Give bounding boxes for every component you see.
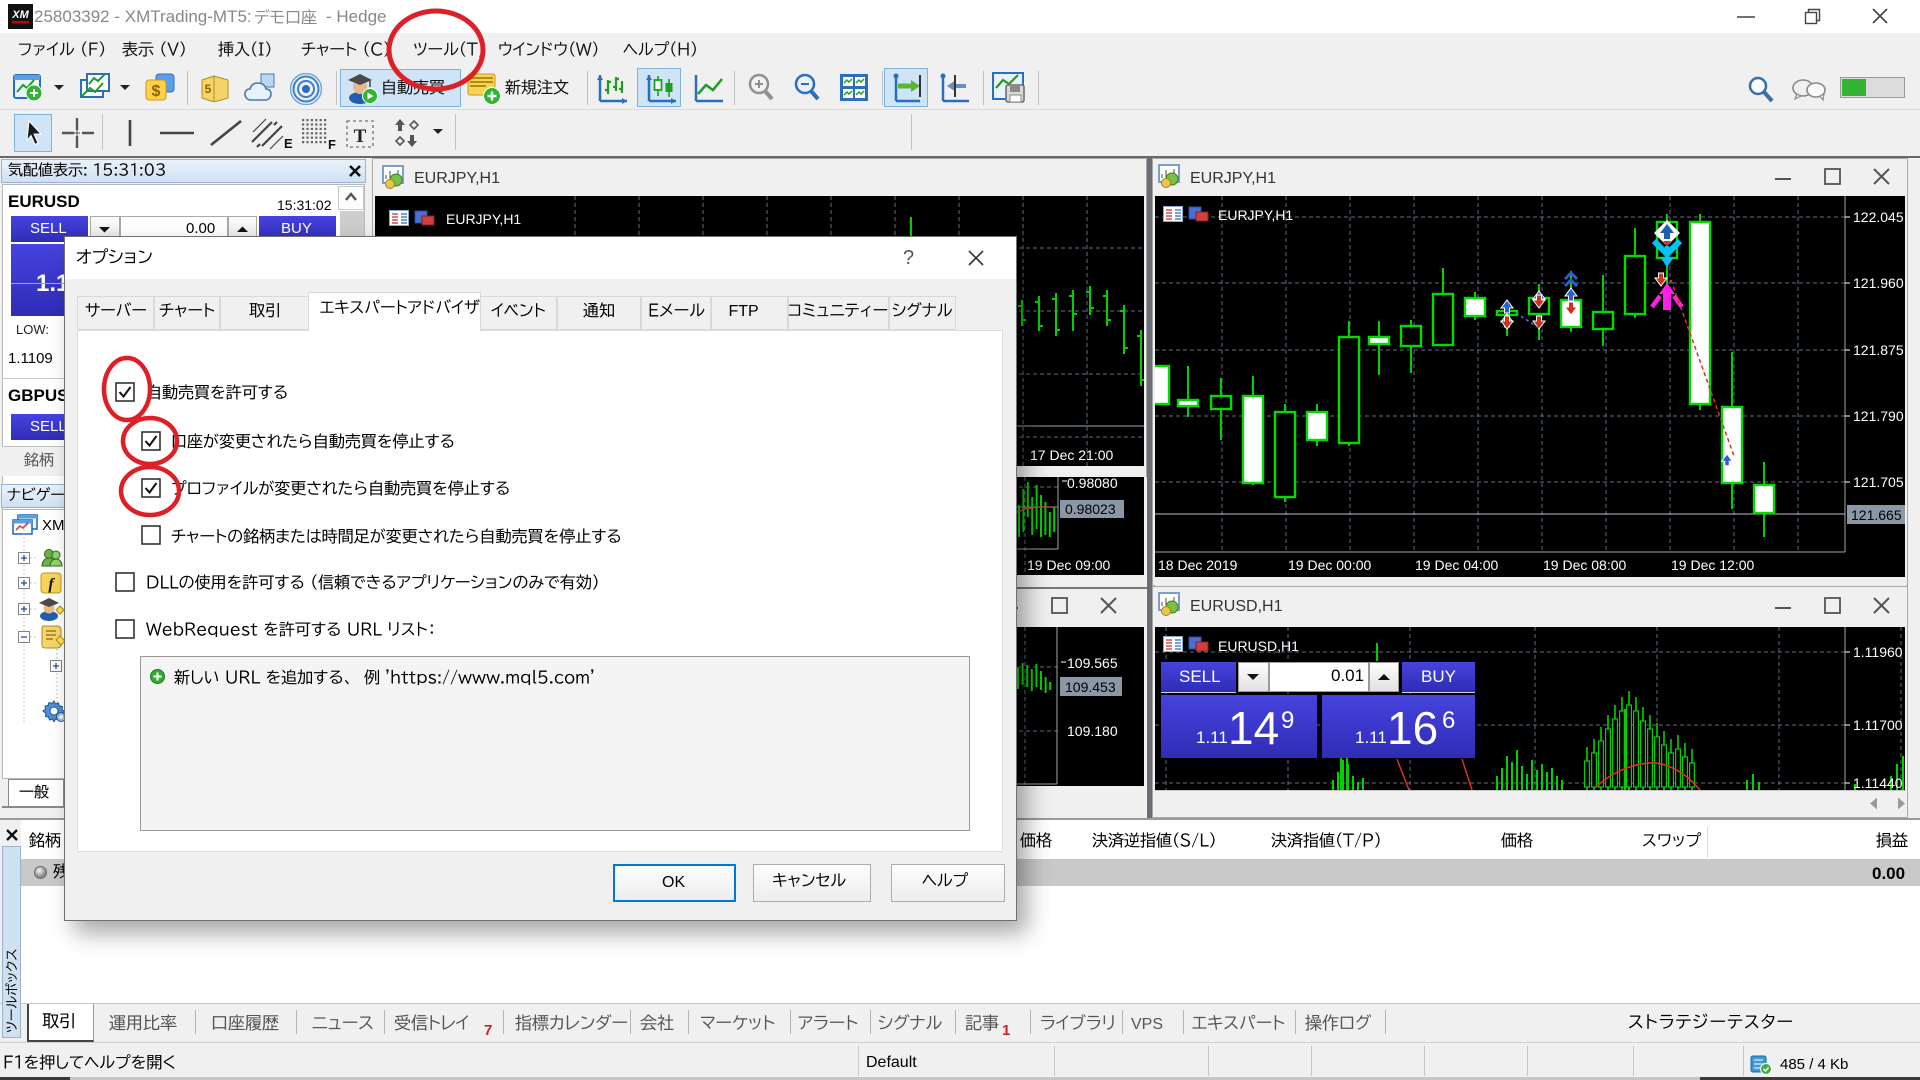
svg-text:109.453: 109.453 [1065, 679, 1116, 695]
svg-text:5: 5 [205, 82, 212, 96]
svg-text:121.665: 121.665 [1851, 507, 1902, 523]
svg-text:0.98080: 0.98080 [1067, 477, 1118, 491]
svg-text:121.875: 121.875 [1853, 342, 1904, 358]
svg-text:1.11440: 1.11440 [1853, 775, 1903, 790]
svg-text:18 Dec 2019: 18 Dec 2019 [1158, 557, 1238, 573]
svg-text:109.565: 109.565 [1067, 655, 1118, 671]
svg-text:121.790: 121.790 [1853, 408, 1904, 424]
svg-text:19 Dec 09:00: 19 Dec 09:00 [1027, 557, 1110, 573]
svg-text:T: T [354, 126, 367, 147]
svg-text:121.705: 121.705 [1853, 474, 1904, 490]
svg-text:XM: XM [11, 9, 29, 21]
svg-text:1.11960: 1.11960 [1853, 644, 1903, 660]
svg-text:19 Dec 12:00: 19 Dec 12:00 [1671, 557, 1754, 573]
svg-text:F: F [328, 137, 336, 151]
svg-text:0.98023: 0.98023 [1065, 501, 1116, 517]
svg-text:19 Dec 04:00: 19 Dec 04:00 [1415, 557, 1498, 573]
svg-text:109.180: 109.180 [1067, 723, 1118, 739]
svg-text:$: $ [152, 83, 161, 100]
svg-text:1.11700: 1.11700 [1853, 717, 1903, 733]
svg-text:17 Dec 21:00: 17 Dec 21:00 [1030, 447, 1113, 463]
svg-text:122.045: 122.045 [1853, 209, 1904, 225]
svg-text:121.960: 121.960 [1853, 275, 1904, 291]
svg-text:19 Dec 00:00: 19 Dec 00:00 [1288, 557, 1371, 573]
svg-text:19 Dec 08:00: 19 Dec 08:00 [1543, 557, 1626, 573]
svg-text:E: E [284, 136, 293, 150]
